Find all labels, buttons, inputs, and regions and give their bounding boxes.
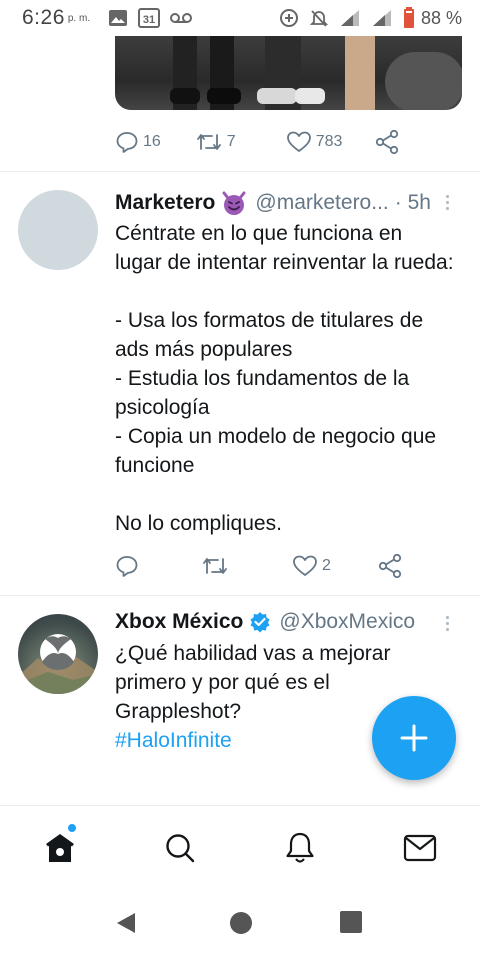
home-icon (46, 834, 74, 862)
status-bar: 6:26 p. m. 31 88 % (0, 0, 480, 36)
tweet-divider (0, 171, 480, 172)
smiling-devil-emoji (221, 190, 247, 216)
signal-icon-2 (371, 8, 393, 28)
share-icon (378, 553, 402, 579)
more-options-icon[interactable] (446, 193, 449, 211)
like-count: 783 (315, 133, 343, 150)
mute-icon (309, 8, 329, 28)
nav-notifications[interactable] (280, 828, 320, 868)
compose-tweet-button[interactable] (372, 696, 456, 780)
search-icon (166, 834, 195, 863)
tweet-line: - Usa los formatos de titulares de (115, 309, 424, 332)
retweet-count: 7 (226, 133, 236, 150)
like-count: 2 (322, 557, 331, 574)
messages-icon (403, 834, 437, 862)
user-handle[interactable]: @XboxMexico (279, 610, 415, 634)
tweet-divider (0, 595, 480, 596)
user-name[interactable]: Xbox México (115, 610, 243, 634)
share-button[interactable] (374, 129, 400, 155)
android-navigation-bar (0, 887, 480, 960)
voicemail-icon (170, 12, 193, 24)
tweet-2-actions: 2 (115, 551, 435, 581)
back-button[interactable] (115, 911, 137, 940)
recents-button[interactable] (340, 911, 362, 938)
data-saver-icon (279, 8, 299, 28)
xbox-logo-icon (18, 634, 98, 694)
retweet-button[interactable]: 7 (195, 130, 236, 154)
plus-icon (400, 724, 428, 752)
reply-icon (116, 132, 138, 153)
calendar-31-icon: 31 (138, 8, 161, 28)
reply-button[interactable]: 16 (115, 130, 161, 154)
home-button[interactable] (229, 911, 253, 940)
signal-icon (339, 8, 361, 28)
tweet-line (115, 277, 460, 306)
heart-icon (286, 131, 311, 152)
user-handle[interactable]: @marketero... (255, 191, 388, 215)
back-icon (117, 913, 135, 933)
tweet-line: - Copia un modelo de negocio que (115, 425, 437, 448)
retweet-icon (196, 134, 221, 150)
more-options-icon[interactable] (446, 614, 449, 632)
notification-dot (68, 824, 76, 832)
tweet-line: ¿Qué habilidad vas a mejorar (115, 642, 391, 665)
nav-home[interactable] (40, 828, 80, 868)
tweet-media-image[interactable] (115, 36, 462, 110)
tweet-1-actions: 16 7 783 (115, 127, 435, 157)
tweet-3-header: Xbox México @XboxMexico (115, 610, 415, 634)
reply-icon (116, 556, 138, 577)
avatar[interactable] (18, 614, 98, 694)
tweet-line: - Estudia los fundamentos de la (115, 367, 410, 390)
tweet-line: ads más populares (115, 338, 293, 361)
heart-icon (293, 555, 317, 576)
avatar[interactable] (18, 190, 98, 270)
battery-icon (403, 7, 415, 29)
verified-badge-icon (249, 611, 271, 633)
svg-text:31: 31 (143, 14, 155, 26)
like-button[interactable]: 783 (286, 130, 343, 154)
battery-percentage: 88 % (420, 7, 462, 28)
tweet-line (115, 480, 460, 509)
retweet-icon (203, 558, 227, 574)
tweet-line: psicología (115, 396, 210, 419)
tweet-2-header: Marketero @marketero... · 5h (115, 190, 431, 216)
bottom-navigation (0, 805, 480, 887)
retweet-button[interactable] (201, 554, 229, 578)
tweet-line: funcione (115, 454, 195, 477)
notifications-icon (286, 832, 314, 863)
image-icon (108, 9, 128, 27)
tweet-time: · 5h (394, 191, 431, 214)
reply-button[interactable] (115, 554, 139, 578)
nav-search[interactable] (160, 828, 200, 868)
tweet-line: lugar de intentar reinventar la rueda: (115, 251, 454, 274)
share-button[interactable] (377, 553, 403, 579)
tweet-line: No lo compliques. (115, 512, 282, 535)
tweet-line: primero y por qué es el (115, 671, 330, 694)
recents-icon (340, 911, 362, 933)
status-ampm: p. m. (67, 12, 91, 24)
user-name[interactable]: Marketero (115, 191, 215, 215)
reply-count: 16 (143, 133, 161, 150)
share-icon (376, 129, 399, 155)
like-button[interactable]: 2 (292, 554, 331, 578)
status-time: 6:26 (22, 6, 65, 29)
nav-messages[interactable] (400, 828, 440, 868)
home-circle-icon (230, 912, 252, 934)
tweet-line: Céntrate en lo que funciona en (115, 222, 403, 245)
tweet-2-text: Céntrate en lo que funciona en lugar de … (115, 219, 460, 538)
